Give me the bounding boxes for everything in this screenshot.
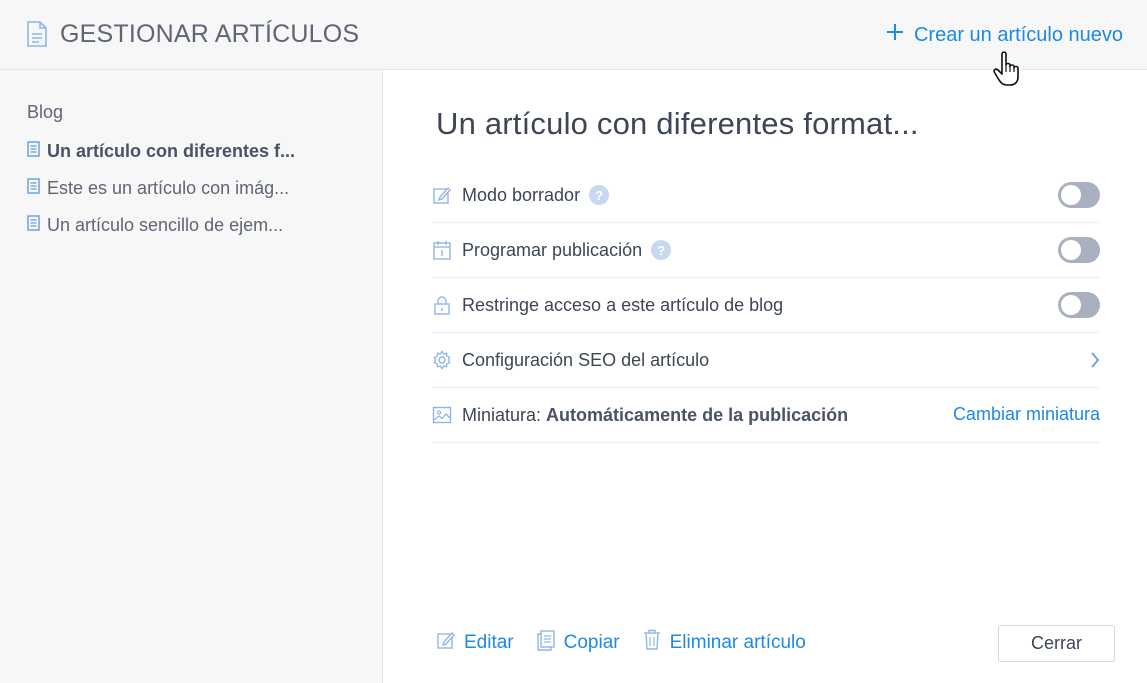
sidebar-item-article-3[interactable]: Un artículo sencillo de ejem... (27, 212, 327, 238)
sidebar-item-label: Un artículo con diferentes f... (47, 140, 296, 161)
delete-article-label: Eliminar artículo (669, 632, 806, 653)
plus-icon (886, 23, 904, 47)
toggle-knob (1061, 185, 1081, 205)
article-icon (27, 177, 40, 199)
draft-mode-label: Modo borrador (462, 184, 581, 205)
trash-icon (642, 629, 662, 657)
copy-button[interactable]: Copiar (536, 629, 620, 657)
pencil-icon (436, 630, 456, 656)
toggle-knob (1061, 240, 1081, 260)
restrict-access-toggle[interactable] (1058, 292, 1100, 318)
create-article-label: Crear un artículo nuevo (913, 23, 1123, 46)
sidebar-item-article-1[interactable]: Un artículo con diferentes f... (27, 138, 327, 164)
help-icon[interactable]: ? (651, 240, 672, 260)
draft-mode-toggle[interactable] (1058, 182, 1100, 208)
article-actions: Editar Copiar Eliminar artículo (436, 628, 806, 658)
article-icon (27, 140, 40, 162)
toggle-knob (1061, 295, 1081, 315)
article-panel: Un artículo con diferentes format... Mod… (384, 70, 1147, 683)
thumbnail-row: Miniatura: Automáticamente de la publica… (432, 388, 1100, 443)
thumbnail-label: Miniatura: Automáticamente de la publica… (462, 405, 848, 426)
hand-cursor-icon (992, 50, 1026, 93)
pencil-icon (432, 185, 462, 205)
header-bar: GESTIONAR ARTÍCULOS Crear un artículo nu… (0, 0, 1147, 70)
chevron-right-icon[interactable] (1090, 351, 1100, 374)
create-article-button[interactable]: Crear un artículo nuevo (886, 20, 1123, 50)
restrict-access-row: Restringe acceso a este artículo de blog (432, 278, 1100, 333)
delete-article-button[interactable]: Eliminar artículo (642, 629, 806, 657)
schedule-row: Programar publicación ? (432, 223, 1100, 278)
sidebar-heading: Blog (27, 102, 64, 122)
help-icon[interactable]: ? (589, 185, 610, 205)
calendar-icon (432, 240, 462, 260)
draft-mode-row: Modo borrador ? (432, 168, 1100, 223)
seo-settings-row[interactable]: Configuración SEO del artículo (432, 333, 1100, 388)
edit-label: Editar (464, 632, 514, 653)
article-settings: Modo borrador ? Programar publicación ? (432, 168, 1100, 443)
sidebar: Blog Un artículo con diferentes f... Est… (0, 70, 383, 683)
copy-label: Copiar (563, 632, 620, 653)
change-thumbnail-link[interactable]: Cambiar miniatura (953, 404, 1100, 425)
sidebar-item-label: Un artículo sencillo de ejem... (47, 214, 284, 235)
close-button[interactable]: Cerrar (998, 625, 1115, 662)
article-icon (27, 214, 40, 236)
edit-button[interactable]: Editar (436, 630, 514, 656)
document-icon (26, 21, 48, 47)
image-icon (432, 405, 462, 425)
seo-settings-label: Configuración SEO del artículo (462, 349, 710, 370)
lock-icon (432, 295, 462, 315)
page-title: GESTIONAR ARTÍCULOS (26, 18, 359, 50)
article-title: Un artículo con diferentes format... (436, 106, 919, 141)
page-title-text: GESTIONAR ARTÍCULOS (60, 19, 360, 48)
copy-icon (536, 629, 556, 657)
restrict-access-label: Restringe acceso a este artículo de blog (462, 294, 784, 315)
sidebar-item-label: Este es un artículo con imág... (47, 177, 290, 198)
sidebar-item-article-2[interactable]: Este es un artículo con imág... (27, 175, 327, 201)
schedule-toggle[interactable] (1058, 237, 1100, 263)
thumbnail-value: Automáticamente de la publicación (546, 404, 849, 425)
thumbnail-label-text: Miniatura: (462, 404, 542, 425)
schedule-label: Programar publicación (462, 239, 643, 260)
gear-icon (432, 350, 462, 370)
